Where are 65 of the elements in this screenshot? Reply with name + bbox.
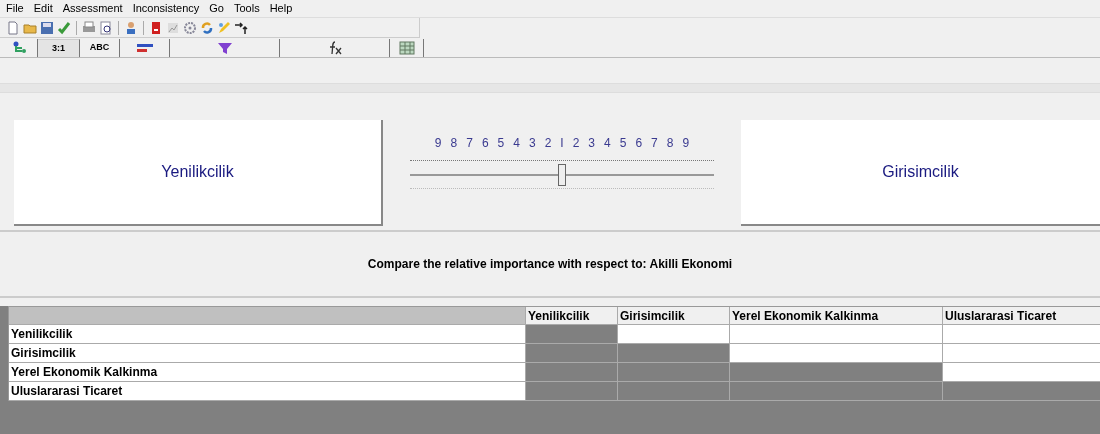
matrix-cell[interactable] [618, 363, 730, 382]
column-header: Girisimcilik [618, 307, 730, 325]
arrows-icon[interactable] [234, 20, 248, 35]
scale-label: 5 [497, 135, 505, 152]
left-criterion-box: Yenilikcilik [14, 120, 383, 226]
matrix-cell[interactable] [526, 363, 618, 382]
scale-label: 3 [588, 135, 596, 152]
menu-item[interactable]: Edit [33, 0, 53, 17]
scale-label: 2 [572, 135, 580, 152]
matrix-cell[interactable] [618, 325, 730, 344]
funnel-icon [216, 41, 233, 55]
matrix-cell[interactable] [943, 382, 1100, 401]
column-header: Yenilikcilik [526, 307, 618, 325]
matrix-cell[interactable] [618, 382, 730, 401]
matrix-cell[interactable] [730, 344, 943, 363]
menu-item[interactable]: Assessment [62, 0, 123, 17]
matrix-cell[interactable] [526, 325, 618, 344]
column-header: Yerel Ekonomik Kalkinma [730, 307, 943, 325]
row-header: Yenilikcilik [9, 325, 526, 344]
comparison-caption: Compare the relative importance with respect to: Akilli Ekonomi [367, 256, 733, 273]
row-header: Girisimcilik [9, 344, 526, 363]
right-criterion-box: Girisimcilik [741, 120, 1100, 226]
scale-label: 9 [682, 135, 690, 152]
gear-icon[interactable] [183, 20, 197, 35]
grid-icon [398, 41, 415, 55]
scale-label: 6 [481, 135, 489, 152]
menu-item[interactable]: Help [269, 0, 293, 17]
scale-label: 9 [434, 135, 442, 152]
matrix-cell[interactable] [730, 325, 943, 344]
magnifier-page-icon[interactable] [99, 20, 113, 35]
scale-label: 6 [635, 135, 643, 152]
matrix-cell[interactable] [730, 363, 943, 382]
scale-label: 8 [666, 135, 674, 152]
matrix-cell[interactable] [526, 382, 618, 401]
comparison-slider[interactable]: 9 8 7 6 5 4 3 2 I 2 3 4 5 6 7 8 9 [387, 120, 737, 226]
chart-icon[interactable] [166, 20, 180, 35]
new-page-icon[interactable] [6, 20, 20, 35]
bars-icon [135, 42, 154, 54]
scale-label: 4 [604, 135, 611, 152]
matrix-cell[interactable] [730, 382, 943, 401]
scale-label: 8 [450, 135, 458, 152]
scale-label: 7 [466, 135, 473, 152]
scale-label: 5 [619, 135, 627, 152]
refresh-icon[interactable] [200, 20, 214, 35]
tab[interactable]: 3:1 [38, 39, 80, 57]
matrix-cell[interactable] [526, 344, 618, 363]
person-icon[interactable] [124, 20, 138, 35]
tree-icon [12, 41, 29, 55]
scale-label: 7 [651, 135, 658, 152]
save-icon[interactable] [40, 20, 54, 35]
menu-item[interactable]: Tools [233, 0, 260, 17]
menu-item[interactable]: File [6, 0, 24, 17]
menu-item[interactable]: Go [209, 0, 224, 17]
row-header: Yerel Ekonomik Kalkinma [9, 363, 526, 382]
menu-item[interactable]: Inconsistency [132, 0, 200, 17]
scale-label: 2 [544, 135, 552, 152]
column-header: Uluslararasi Ticaret [943, 307, 1100, 325]
scale-label: I [560, 135, 564, 152]
scale-label: 3 [528, 135, 536, 152]
slider-thumb[interactable] [558, 164, 566, 186]
scale-label: 4 [513, 135, 520, 152]
row-header: Uluslararasi Ticaret [9, 382, 526, 401]
check-icon[interactable] [57, 20, 71, 35]
book-icon[interactable] [149, 20, 163, 35]
matrix-cell[interactable] [618, 344, 730, 363]
